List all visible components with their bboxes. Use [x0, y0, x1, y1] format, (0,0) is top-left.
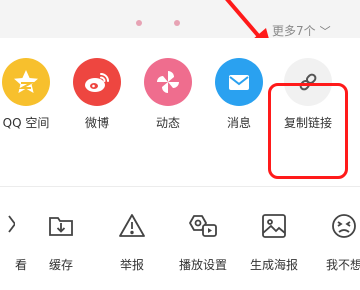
- watch-later-icon: [0, 210, 17, 242]
- tool-play-settings-label: 播放设置: [178, 258, 227, 272]
- tool-poster[interactable]: 生成海报: [242, 210, 306, 273]
- qzone-star-icon: [2, 58, 50, 106]
- more-options-link[interactable]: 更多7个 ﹀: [272, 22, 331, 39]
- tool-watch-later-label: 看: [14, 258, 27, 272]
- share-message[interactable]: 消息: [204, 58, 274, 131]
- tool-report[interactable]: 举报: [100, 210, 164, 273]
- indicator-dot: [174, 20, 180, 26]
- share-dynamic-label: 动态: [155, 116, 180, 130]
- pinwheel-icon: [144, 58, 192, 106]
- tool-poster-label: 生成海报: [249, 258, 298, 272]
- play-settings-icon: [187, 210, 219, 242]
- weibo-icon: [73, 58, 121, 106]
- tool-report-label: 举报: [119, 258, 144, 272]
- share-dynamic[interactable]: 动态: [133, 58, 203, 131]
- tool-dislike-label: 我不想: [325, 258, 360, 272]
- chevron-down-icon: ﹀: [319, 24, 331, 38]
- share-top-strip: 更多7个 ﹀: [0, 0, 360, 38]
- annotation-highlight-box: [268, 83, 348, 179]
- mail-icon: [215, 58, 263, 106]
- warning-icon: [116, 210, 148, 242]
- tool-cache-label: 缓存: [48, 258, 73, 272]
- tool-cache[interactable]: 缓存: [29, 210, 93, 273]
- share-qzone[interactable]: QQ 空间: [0, 58, 61, 131]
- download-cache-icon: [45, 210, 77, 242]
- section-divider: [0, 186, 360, 187]
- dislike-face-icon: [328, 210, 360, 242]
- indicator-dot: [136, 20, 142, 26]
- share-qzone-label: QQ 空间: [2, 116, 50, 130]
- share-weibo-label: 微博: [84, 116, 109, 130]
- tool-dislike[interactable]: 我不想: [312, 210, 360, 273]
- more-label: 更多7个: [272, 24, 316, 38]
- share-weibo[interactable]: 微博: [62, 58, 132, 131]
- tool-play-settings[interactable]: 播放设置: [171, 210, 235, 273]
- tools-row: 看 缓存 举报 播放设置 生成海报 我不想: [0, 210, 360, 290]
- image-poster-icon: [258, 210, 290, 242]
- share-message-label: 消息: [226, 116, 251, 130]
- share-panel: QQ 空间 微博 动态 消息 复制链接 看 缓存 举报 播放设置 生成海报 我不…: [0, 38, 360, 280]
